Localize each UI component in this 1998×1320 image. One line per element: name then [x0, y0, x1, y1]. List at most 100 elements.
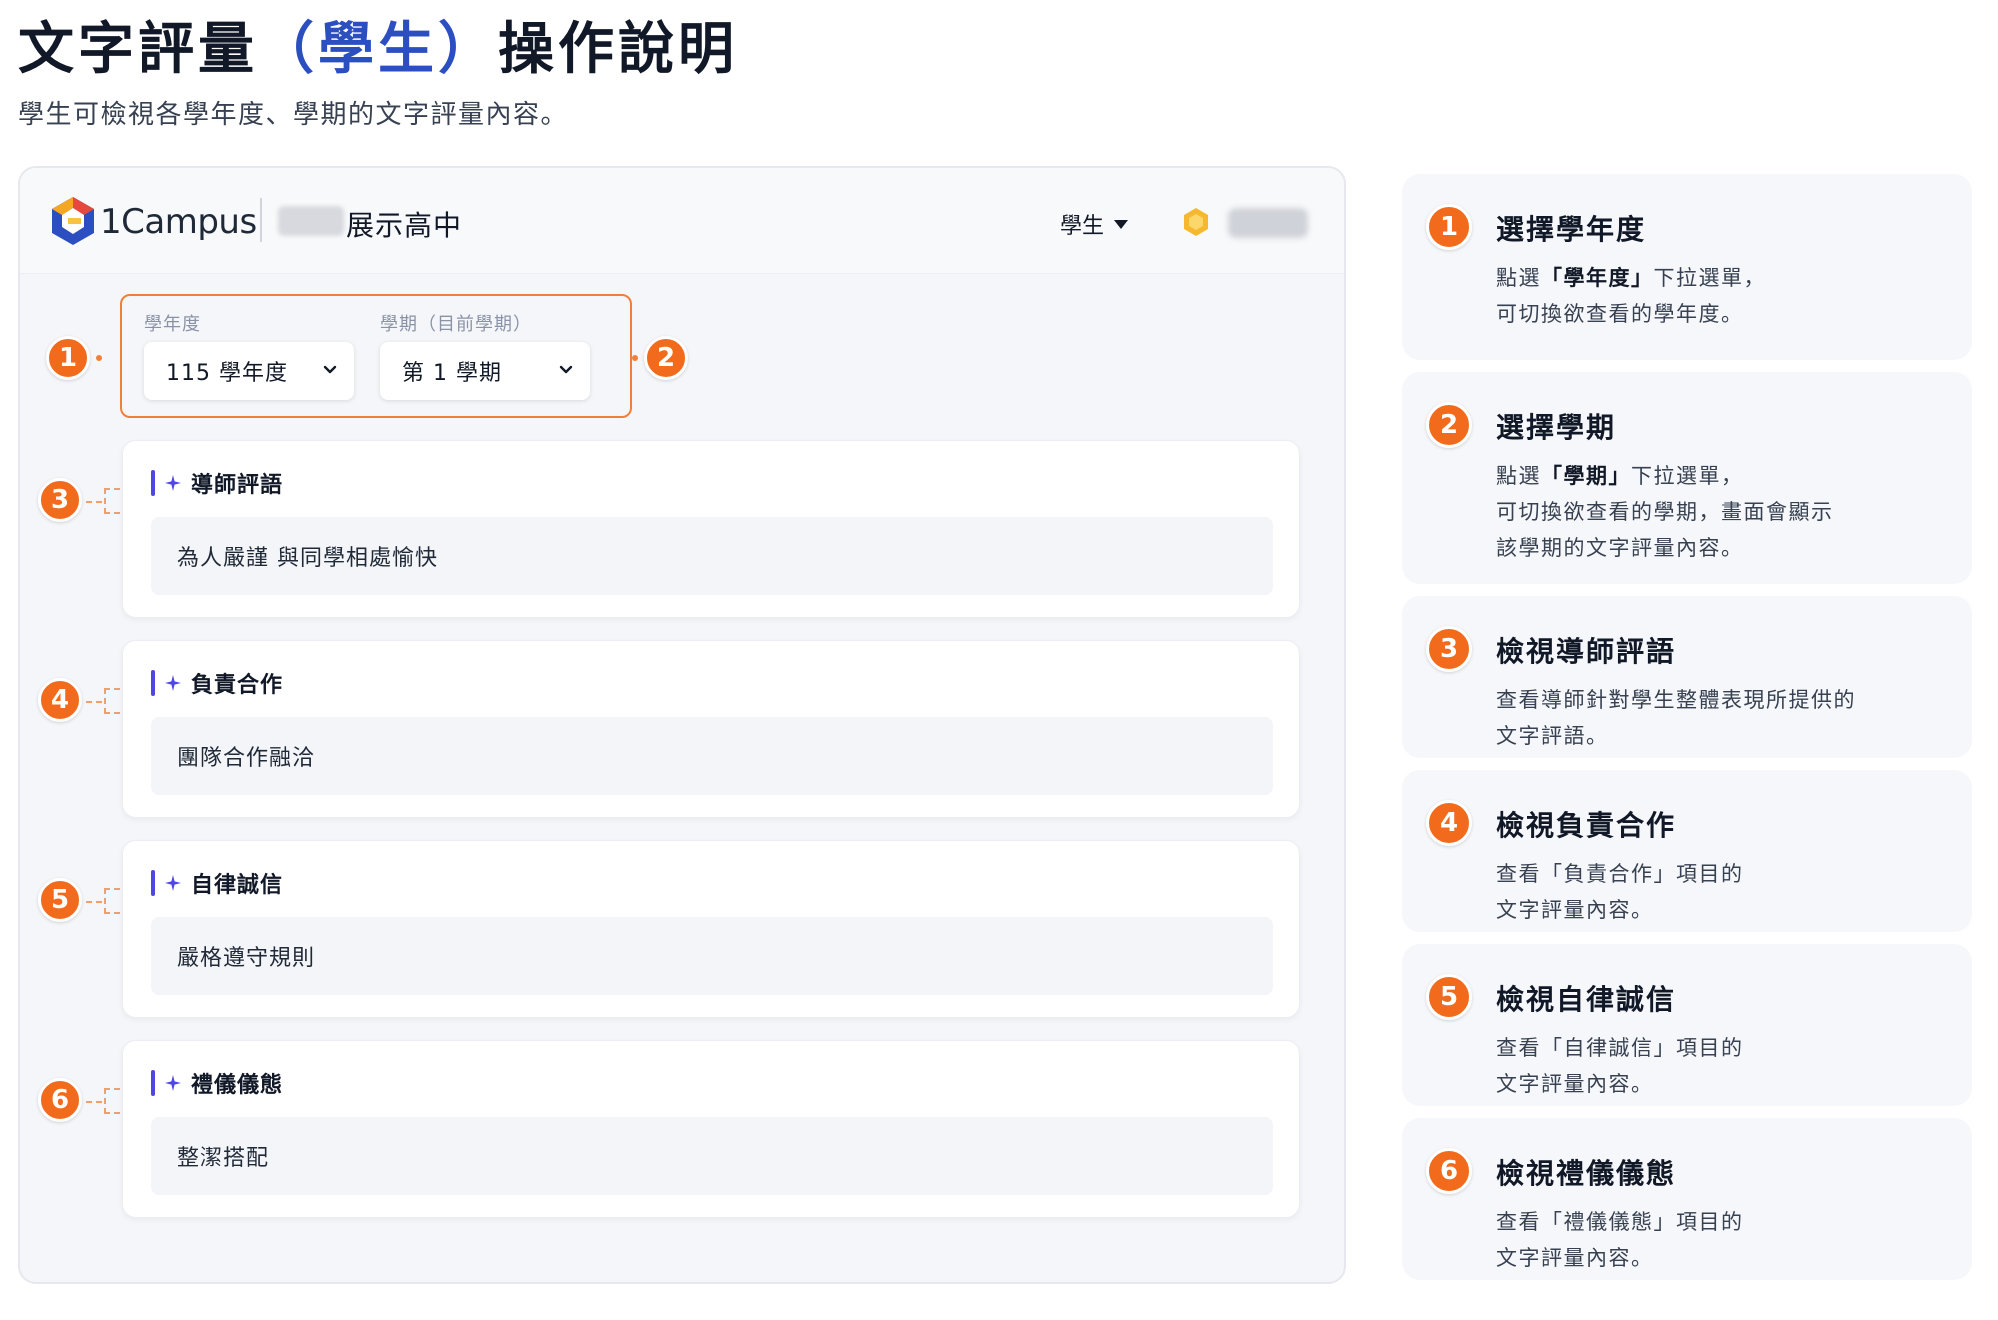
step-text: 查看「自律誠信」項目的 [1496, 1036, 1744, 1060]
sparkle-icon [165, 1075, 181, 1091]
step-text: 下拉選單， [1653, 266, 1766, 290]
app-window-mockup: 1Campus 展示高中 學生 1 學年度 115 學年度 學期（目前學期） 第… [18, 166, 1346, 1284]
step-text: 可切換欲查看的學年度。 [1496, 302, 1744, 326]
card-header: 導師評語 [151, 467, 283, 499]
step-title: 選擇學期 [1496, 411, 1617, 444]
card-content: 團隊合作融洽 [151, 717, 1273, 795]
header-divider [260, 198, 262, 242]
step-text: 文字評量內容。 [1496, 1246, 1654, 1270]
page-title-highlight: （學生） [258, 17, 498, 82]
card-accent-bar [151, 1070, 155, 1096]
comment-card-mentor: 導師評語 為人嚴謹 與同學相處愉快 [122, 440, 1300, 618]
step-text: 下拉選單， [1631, 464, 1744, 488]
step-1-badge: 1 [1426, 204, 1472, 250]
step-title: 選擇學年度 [1496, 213, 1647, 246]
card-title: 自律誠信 [191, 873, 284, 898]
step-text: 查看導師針對學生整體表現所提供的 [1496, 688, 1856, 712]
step-card-2: 2 選擇學期 點選「學期」下拉選單， 可切換欲查看的學期，畫面會顯示 該學期的文… [1402, 372, 1972, 584]
step-title: 檢視負責合作 [1496, 809, 1677, 842]
step-4-badge: 4 [1426, 800, 1472, 846]
step-3-badge: 3 [1426, 626, 1472, 672]
card-title: 禮儀儀態 [191, 1073, 284, 1098]
year-label: 學年度 [144, 314, 201, 335]
coin-icon[interactable] [1180, 206, 1212, 238]
comment-card-integrity: 自律誠信 嚴格遵守規則 [122, 840, 1300, 1018]
step-text: 文字評量內容。 [1496, 898, 1654, 922]
card-accent-bar [151, 870, 155, 896]
step-text: 查看「禮儀儀態」項目的 [1496, 1210, 1744, 1234]
marker-2-badge: 2 [644, 336, 688, 380]
step-title: 檢視自律誠信 [1496, 983, 1677, 1016]
step-text: 點選 [1496, 464, 1541, 488]
page-title: 文字評量（學生）操作說明 [18, 4, 738, 85]
page-title-main: 文字評量 [18, 17, 258, 82]
step-title: 檢視禮儀儀態 [1496, 1157, 1677, 1190]
step-text: 文字評量內容。 [1496, 1072, 1654, 1096]
marker-3-bracket [104, 488, 120, 514]
marker-4-dash [86, 701, 102, 703]
comment-card-cooperation: 負責合作 團隊合作融洽 [122, 640, 1300, 818]
step-text: 點選 [1496, 266, 1541, 290]
step-description: 查看「負責合作」項目的 文字評量內容。 [1496, 856, 1956, 928]
page-title-tail: 操作說明 [498, 17, 738, 82]
step-card-3: 3 檢視導師評語 查看導師針對學生整體表現所提供的 文字評語。 [1402, 596, 1972, 758]
card-content: 為人嚴謹 與同學相處愉快 [151, 517, 1273, 595]
sparkle-icon [165, 675, 181, 691]
marker-3-badge: 3 [38, 478, 82, 522]
step-text: 查看「負責合作」項目的 [1496, 862, 1744, 886]
chevron-down-icon [323, 365, 337, 374]
page-subtitle: 學生可檢視各學年度、學期的文字評量內容。 [18, 100, 569, 130]
app-header: 1Campus 展示高中 學生 [20, 168, 1344, 274]
marker-5-bracket [104, 888, 120, 914]
year-select[interactable]: 115 學年度 [144, 342, 354, 400]
marker-1-badge: 1 [46, 336, 90, 380]
step-title: 檢視導師評語 [1496, 635, 1677, 668]
role-switcher[interactable]: 學生 [1060, 208, 1129, 240]
campus-logo-icon [52, 197, 94, 245]
step-description: 查看「禮儀儀態」項目的 文字評量內容。 [1496, 1204, 1956, 1276]
role-label: 學生 [1060, 214, 1105, 239]
step-text: 該學期的文字評量內容。 [1496, 536, 1744, 560]
school-name-redacted [278, 206, 344, 236]
campus-logo-text: 1Campus [100, 202, 257, 242]
card-content: 整潔搭配 [151, 1117, 1273, 1195]
school-name: 展示高中 [346, 209, 463, 242]
marker-4-bracket [104, 688, 120, 714]
chevron-down-icon [559, 365, 573, 374]
marker-4-badge: 4 [38, 678, 82, 722]
semester-select-value: 第 1 學期 [402, 361, 502, 386]
step-card-6: 6 檢視禮儀儀態 查看「禮儀儀態」項目的 文字評量內容。 [1402, 1118, 1972, 1280]
marker-1-connector [96, 355, 102, 361]
year-select-value: 115 學年度 [166, 361, 288, 386]
sparkle-icon [165, 875, 181, 891]
step-card-4: 4 檢視負責合作 查看「負責合作」項目的 文字評量內容。 [1402, 770, 1972, 932]
card-header: 負責合作 [151, 667, 283, 699]
semester-label: 學期（目前學期） [380, 314, 532, 335]
user-avatar-redacted[interactable] [1228, 208, 1308, 238]
caret-down-icon [1114, 219, 1129, 229]
marker-2-connector [632, 355, 638, 361]
step-text: 文字評語。 [1496, 724, 1609, 748]
step-text-bold: 「學年度」 [1541, 266, 1654, 290]
semester-select[interactable]: 第 1 學期 [380, 342, 590, 400]
card-content: 嚴格遵守規則 [151, 917, 1273, 995]
step-5-badge: 5 [1426, 974, 1472, 1020]
step-card-1: 1 選擇學年度 點選「學年度」下拉選單， 可切換欲查看的學年度。 [1402, 174, 1972, 360]
step-description: 點選「學期」下拉選單， 可切換欲查看的學期，畫面會顯示 該學期的文字評量內容。 [1496, 458, 1956, 566]
step-text-bold: 「學期」 [1541, 464, 1631, 488]
card-header: 自律誠信 [151, 867, 283, 899]
term-selector-group: 學年度 115 學年度 學期（目前學期） 第 1 學期 [120, 294, 632, 418]
step-card-5: 5 檢視自律誠信 查看「自律誠信」項目的 文字評量內容。 [1402, 944, 1972, 1106]
step-description: 查看導師針對學生整體表現所提供的 文字評語。 [1496, 682, 1956, 754]
step-2-badge: 2 [1426, 402, 1472, 448]
marker-6-badge: 6 [38, 1078, 82, 1122]
step-description: 點選「學年度」下拉選單， 可切換欲查看的學年度。 [1496, 260, 1956, 332]
marker-3-dash [86, 501, 102, 503]
card-title: 導師評語 [191, 473, 284, 498]
sparkle-icon [165, 475, 181, 491]
marker-5-dash [86, 901, 102, 903]
card-title: 負責合作 [191, 673, 284, 698]
marker-6-bracket [104, 1088, 120, 1114]
card-accent-bar [151, 470, 155, 496]
card-accent-bar [151, 670, 155, 696]
